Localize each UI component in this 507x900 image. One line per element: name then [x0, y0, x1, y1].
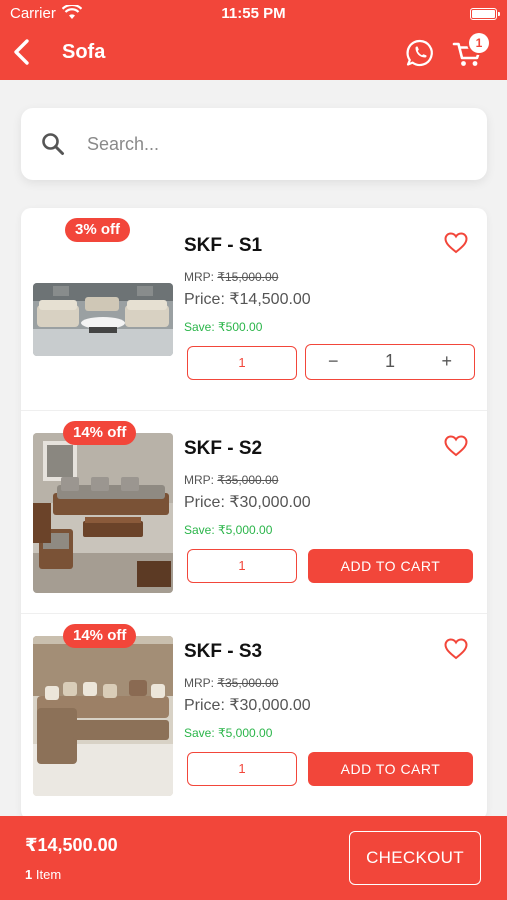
- save-label: Save:: [184, 523, 219, 537]
- whatsapp-icon[interactable]: [405, 38, 435, 68]
- discount-badge: 14% off: [63, 421, 137, 445]
- product-name: SKF - S3: [184, 641, 263, 662]
- page-title: Sofa: [62, 41, 106, 63]
- price-value: ₹30,000.00: [229, 697, 311, 714]
- price-line: Price: ₹14,500.00: [184, 289, 311, 309]
- search-input[interactable]: [87, 128, 457, 160]
- price-value: ₹30,000.00: [229, 494, 311, 511]
- price-label: Price:: [184, 291, 230, 308]
- heart-icon[interactable]: [444, 232, 468, 254]
- checkout-button[interactable]: CHECKOUT: [349, 831, 481, 885]
- mrp-line: MRP: ₹15,000.00: [184, 270, 278, 284]
- app-header: Carrier 11:55 PM Sofa 1: [0, 0, 507, 80]
- increment-button[interactable]: +: [441, 345, 452, 378]
- item-count-number: 1: [25, 867, 33, 882]
- quantity-selector[interactable]: 1: [187, 752, 297, 786]
- save-value: ₹500.00: [218, 320, 263, 334]
- discount-badge: 3% off: [65, 218, 130, 242]
- price-label: Price:: [184, 697, 230, 714]
- quantity-selector[interactable]: 1: [187, 346, 297, 380]
- clock: 11:55 PM: [221, 5, 286, 22]
- product-card: 14% off SKF - S2 MRP: ₹35,000.00 Price: …: [21, 411, 487, 614]
- discount-badge: 14% off: [63, 624, 137, 648]
- heart-icon[interactable]: [444, 435, 468, 457]
- mrp-value: ₹15,000.00: [217, 270, 279, 284]
- mrp-label: MRP:: [184, 270, 218, 284]
- quantity-stepper: − 1 +: [305, 344, 475, 380]
- nav-bar: Sofa 1: [0, 28, 507, 80]
- save-line: Save: ₹500.00: [184, 320, 262, 334]
- cart-total: ₹14,500.00: [25, 835, 118, 855]
- mrp-label: MRP:: [184, 676, 218, 690]
- mrp-line: MRP: ₹35,000.00: [184, 676, 278, 690]
- save-line: Save: ₹5,000.00: [184, 523, 272, 537]
- save-label: Save:: [184, 726, 219, 740]
- quantity-selector[interactable]: 1: [187, 549, 297, 583]
- mrp-value: ₹35,000.00: [217, 473, 279, 487]
- back-arrow-icon[interactable]: [8, 36, 36, 68]
- save-value: ₹5,000.00: [218, 726, 273, 740]
- save-line: Save: ₹5,000.00: [184, 726, 272, 740]
- cart-count-badge: 1: [469, 33, 489, 53]
- checkout-bar: ₹14,500.00 1 Item CHECKOUT: [0, 816, 507, 900]
- battery-icon: [470, 8, 500, 20]
- save-label: Save:: [184, 320, 219, 334]
- price-line: Price: ₹30,000.00: [184, 492, 311, 512]
- add-to-cart-button[interactable]: ADD TO CART: [308, 549, 473, 583]
- item-count-label: Item: [35, 867, 62, 882]
- status-bar: Carrier 11:55 PM: [0, 0, 507, 28]
- price-value: ₹14,500.00: [229, 291, 311, 308]
- heart-icon[interactable]: [444, 638, 468, 660]
- mrp-line: MRP: ₹35,000.00: [184, 473, 278, 487]
- search-bar[interactable]: [21, 108, 487, 180]
- product-name: SKF - S2: [184, 438, 263, 459]
- product-image[interactable]: [33, 636, 173, 796]
- product-list: 3% off SKF - S1 MRP: ₹15,000.00 Price: ₹…: [21, 208, 487, 820]
- add-to-cart-button[interactable]: ADD TO CART: [308, 752, 473, 786]
- product-card: 3% off SKF - S1 MRP: ₹15,000.00 Price: ₹…: [21, 208, 487, 411]
- product-image[interactable]: [33, 433, 173, 593]
- product-card: 14% off SKF - S3 MRP: ₹35,000.00 Price: …: [21, 614, 487, 817]
- search-icon: [42, 133, 64, 155]
- product-image[interactable]: [33, 283, 173, 356]
- item-count: 1 Item: [25, 867, 61, 882]
- mrp-label: MRP:: [184, 473, 218, 487]
- product-name: SKF - S1: [184, 235, 263, 256]
- save-value: ₹5,000.00: [218, 523, 273, 537]
- mrp-value: ₹35,000.00: [217, 676, 279, 690]
- price-label: Price:: [184, 494, 230, 511]
- price-line: Price: ₹30,000.00: [184, 695, 311, 715]
